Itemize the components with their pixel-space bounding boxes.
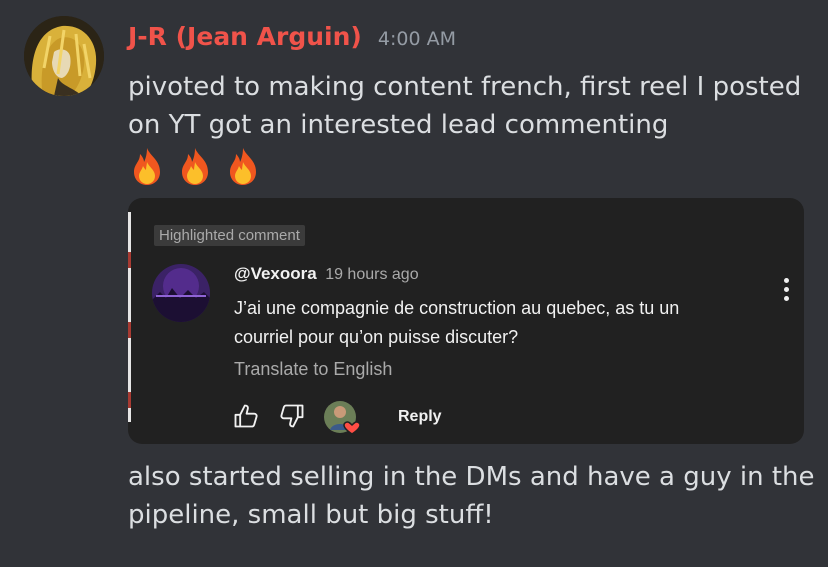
commenter-avatar[interactable]: [152, 264, 210, 322]
highlighted-comment-badge: Highlighted comment: [154, 225, 305, 246]
author-avatar[interactable]: [24, 16, 104, 96]
fire-emoji: [230, 148, 256, 185]
translate-link[interactable]: Translate to English: [234, 359, 392, 380]
comment-text: J’ai une compagnie de construction au qu…: [234, 298, 680, 347]
username[interactable]: J-R (Jean Arguin): [128, 22, 362, 51]
message-timestamp: 4:00 AM: [377, 28, 456, 50]
creator-heart-icon: [324, 401, 361, 435]
screenshot-edge: [128, 212, 131, 422]
fire-emoji: [182, 148, 208, 185]
message-text: pivoted to making content french, first …: [128, 72, 802, 140]
comment-time: 19 hours ago: [325, 266, 419, 283]
fire-emoji: [134, 148, 160, 185]
thumbs-down-icon[interactable]: [278, 402, 306, 430]
commenter-handle[interactable]: @Vexoora: [234, 264, 317, 283]
message-header: J-R (Jean Arguin) 4:00 AM: [128, 22, 456, 56]
image-attachment[interactable]: Highlighted comment @Vexoora 19 hours ag…: [128, 198, 804, 444]
comment-meta: @Vexoora 19 hours ago: [234, 264, 419, 284]
thumbs-up-icon[interactable]: [232, 402, 260, 430]
reply-button[interactable]: Reply: [398, 408, 442, 426]
more-vert-icon[interactable]: [780, 278, 792, 304]
inline-emoji-row: [130, 146, 260, 186]
message-text-followup: also started selling in the DMs and have…: [128, 462, 815, 530]
